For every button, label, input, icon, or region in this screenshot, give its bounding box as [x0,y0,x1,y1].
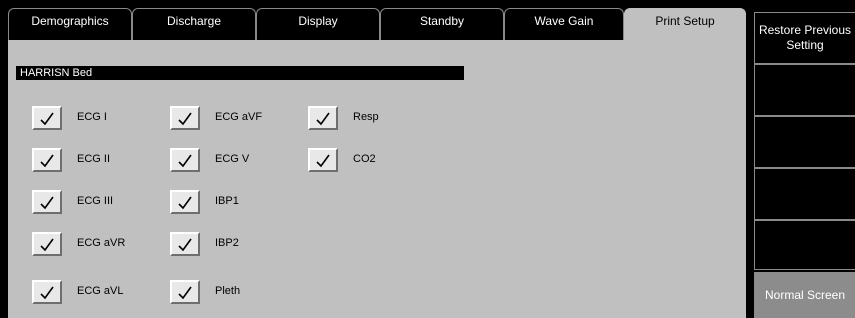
restore-previous-setting-button[interactable]: Restore Previous Setting [754,12,855,64]
checkmark-icon [40,286,54,300]
option-label: ECG V [215,153,250,165]
bed-label-bar: HARRISN Bed [16,66,464,80]
checkbox[interactable] [170,190,200,214]
option-label: ECG aVF [215,111,263,123]
option-label: ECG aVR [77,237,126,249]
checkbox[interactable] [32,232,62,256]
option-label: ECG I [77,111,107,123]
checkmark-icon [178,238,192,252]
tab-standby[interactable]: Standby [380,8,504,40]
option-label: Resp [353,111,379,123]
tab-label: Print Setup [655,14,715,28]
tab-label: Display [298,14,338,28]
checkmark-icon [316,154,330,168]
checkmark-icon [316,112,330,126]
tab-demographics[interactable]: Demographics [8,8,132,40]
option-label: IBP1 [215,195,239,207]
tab-display[interactable]: Display [256,8,380,40]
checkmark-icon [40,112,54,126]
option-label: Pleth [215,285,241,297]
checkbox[interactable] [308,106,338,130]
option-label: ECG aVL [77,285,124,297]
checkbox[interactable] [32,148,62,172]
checkbox[interactable] [32,190,62,214]
blank-side-button-1[interactable] [754,64,855,116]
checkmark-icon [40,154,54,168]
option-label: IBP2 [215,237,239,249]
checkbox[interactable] [170,106,200,130]
option-label: CO2 [353,153,376,165]
checkmark-icon [178,286,192,300]
checkbox[interactable] [32,106,62,130]
checkmark-icon [178,196,192,210]
blank-side-button-3[interactable] [754,168,855,220]
tab-label: Demographics [31,14,109,28]
tab-label: Wave Gain [534,14,594,28]
tab-label: Discharge [166,14,222,28]
checkbox[interactable] [308,148,338,172]
option-label: ECG III [77,195,114,207]
tab-bar: Demographics Discharge Display Standby W… [0,0,746,41]
checkmark-icon [178,154,192,168]
tab-print-setup[interactable]: Print Setup [624,8,746,41]
checkbox[interactable] [32,280,62,304]
checkbox[interactable] [170,280,200,304]
checkmark-icon [40,196,54,210]
blank-side-button-2[interactable] [754,116,855,168]
tab-wave-gain[interactable]: Wave Gain [504,8,624,40]
checkmark-icon [40,238,54,252]
checkmark-icon [178,112,192,126]
normal-screen-button[interactable]: Normal Screen [754,272,855,318]
tab-discharge[interactable]: Discharge [132,8,256,40]
print-setup-panel: HARRISN Bed ECG I ECG II ECG III ECG aVR… [8,40,746,318]
blank-side-button-4[interactable] [754,220,855,270]
tab-label: Standby [419,14,465,28]
checkbox[interactable] [170,148,200,172]
option-label: ECG II [77,153,111,165]
checkbox[interactable] [170,232,200,256]
